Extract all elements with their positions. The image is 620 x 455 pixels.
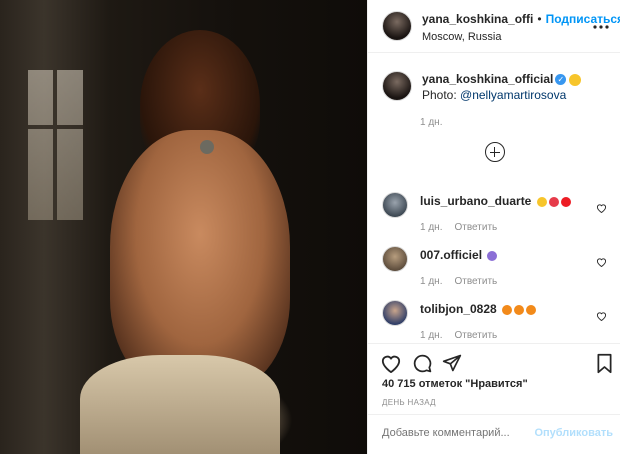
back-shape [110,130,290,390]
comment-like-heart-icon[interactable] [596,200,607,218]
bookmark-icon[interactable] [596,353,613,379]
verified-badge-icon: ✓ [555,74,567,86]
comment-icon[interactable] [412,353,433,379]
instagram-post: yana_koshkina_offi • Подписаться Moscow, R… [0,0,620,454]
fire-emoji-icon [502,304,513,315]
emoji-icon [536,196,547,207]
comment-like-heart-icon[interactable] [596,308,607,326]
comment-avatar[interactable] [382,246,408,272]
separator-dot: • [537,11,542,26]
comment-username[interactable]: 007.officiel [420,248,482,262]
comment-like-heart-icon[interactable] [596,254,607,272]
author-avatar[interactable] [382,11,412,41]
reply-button[interactable]: Ответить [454,330,497,341]
heart-emoji-icon [548,196,559,207]
post-sidebar: yana_koshkina_offi • Подписаться Moscow, R… [367,0,620,454]
paper-plane-icon[interactable] [442,353,462,378]
posted-ago: ДЕНЬ НАЗАД [382,398,436,407]
fire-emoji-icon [514,304,525,315]
face-emoji-icon [569,73,582,86]
caption-time: 1 дн. [420,117,443,128]
comment-avatar[interactable] [382,192,408,218]
likes-count[interactable]: 40 715 отметок "Нравится" [382,378,528,390]
location-link[interactable]: Moscow, Russia [422,31,620,43]
author-info: yana_koshkina_offi • Подписаться Moscow, R… [422,10,620,43]
comment-item: tolibjon_0828 1 дн. Ответить [368,286,620,341]
comment-item: 007.officiel 1 дн. Ответить [368,232,620,287]
caption-username[interactable]: yana_koshkina_official [422,72,553,86]
comment-time: 1 дн. [420,330,443,341]
post-caption: yana_koshkina_official ✓ Photo: @nellyama… [368,53,620,103]
comment-username[interactable]: luis_urbano_duarte [420,194,531,208]
comment-input[interactable] [382,427,532,439]
caption-body: yana_koshkina_official ✓ Photo: @nellyama… [422,71,582,103]
publish-button[interactable]: Опубликовать [534,427,613,439]
fire-emoji-icon [526,304,537,315]
heart-emoji-icon [560,196,571,207]
post-header: yana_koshkina_offi • Подписаться Moscow, R… [368,0,620,53]
purple-heart-emoji-icon [487,250,498,261]
photo-credit-label: Photo: [422,88,461,102]
more-horizontal-icon[interactable] [593,20,609,30]
plus-circle-icon[interactable] [484,142,505,162]
author-username[interactable]: yana_koshkina_offi [422,12,533,26]
comment-username[interactable]: tolibjon_0828 [420,302,497,316]
cloth-shape [80,355,280,454]
post-photo[interactable] [0,0,367,454]
comment-item: luis_urbano_duarte 1 дн. Ответить [368,178,620,233]
heart-icon[interactable] [380,353,402,378]
window-background [28,70,83,220]
comment-avatar[interactable] [382,300,408,326]
mention-link[interactable]: @nellyamartirosova [460,88,566,102]
earring-shape [200,140,214,154]
add-comment-bar: Опубликовать [368,414,620,455]
caption-avatar[interactable] [382,71,412,101]
